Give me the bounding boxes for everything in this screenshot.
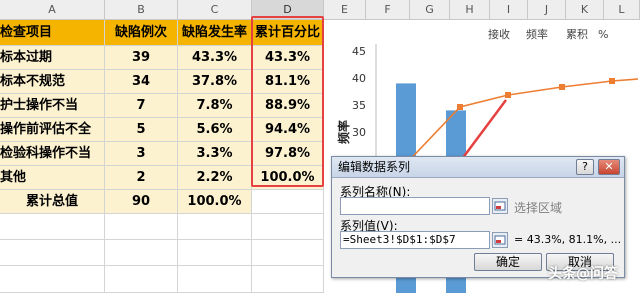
column-header-c[interactable]: C <box>178 0 252 20</box>
row-count-cell[interactable]: 2 <box>105 166 178 190</box>
column-header-l[interactable]: L <box>604 0 640 20</box>
total-count-cell[interactable]: 90 <box>105 190 178 214</box>
row-item-cell[interactable]: 操作前评估不全 <box>0 118 105 142</box>
row-count-cell[interactable]: 39 <box>105 46 178 70</box>
edit-series-dialog[interactable]: 编辑数据系列 ? ✕ 系列名称(N): 选择区域 系列值(V): =Sheet3… <box>331 156 625 278</box>
column-header-e[interactable]: E <box>324 0 366 20</box>
legend-fragment: 频率 <box>526 27 548 41</box>
row-rate-cell[interactable]: 43.3% <box>178 46 252 70</box>
row-item-cell[interactable]: 标本过期 <box>0 46 105 70</box>
series-values-input[interactable]: =Sheet3!$D$1:$D$7 <box>340 231 490 249</box>
series-values-preview: = 43.3%, 81.1%, ... <box>514 233 622 246</box>
row-rate-cell[interactable]: 5.6% <box>178 118 252 142</box>
empty-cell[interactable] <box>105 240 178 266</box>
column-header-f[interactable]: F <box>366 0 410 20</box>
y-tick-label: 40 <box>352 72 366 85</box>
column-header-k[interactable]: K <box>566 0 604 20</box>
row-count-cell[interactable]: 5 <box>105 118 178 142</box>
row-item-cell[interactable]: 标本不规范 <box>0 70 105 94</box>
header-cell-rate[interactable]: 缺陷发生率 <box>178 20 252 46</box>
legend-fragment: 累积 <box>566 28 588 41</box>
series-name-input[interactable] <box>340 197 490 215</box>
row-count-cell[interactable]: 34 <box>105 70 178 94</box>
header-cell-count[interactable]: 缺陷例次 <box>105 20 178 46</box>
select-range-text: 选择区域 <box>514 201 563 215</box>
row-rate-cell[interactable]: 3.3% <box>178 142 252 166</box>
y-axis-label: 频率 <box>336 120 351 144</box>
row-rate-cell[interactable]: 2.2% <box>178 166 252 190</box>
column-d-highlight <box>251 16 324 187</box>
row-item-cell[interactable]: 检验科操作不当 <box>0 142 105 166</box>
line-marker <box>609 78 615 84</box>
empty-cell[interactable] <box>252 240 324 266</box>
empty-cell[interactable] <box>252 214 324 240</box>
range-select-icon <box>494 201 506 211</box>
header-cell-item[interactable]: 检查项目 <box>0 20 105 46</box>
column-header-g[interactable]: G <box>410 0 450 20</box>
close-button[interactable]: ✕ <box>598 159 620 175</box>
line-marker <box>559 84 565 90</box>
series-name-range-button[interactable] <box>492 198 508 214</box>
empty-cell[interactable] <box>105 266 178 293</box>
y-tick-label: 35 <box>352 99 366 112</box>
total-empty-cell[interactable] <box>252 190 324 214</box>
line-marker <box>505 92 511 98</box>
row-rate-cell[interactable]: 37.8% <box>178 70 252 94</box>
total-rate-cell[interactable]: 100.0% <box>178 190 252 214</box>
empty-cell[interactable] <box>0 266 105 293</box>
column-header-i[interactable]: I <box>490 0 528 20</box>
empty-cell[interactable] <box>178 240 252 266</box>
column-header-j[interactable]: J <box>528 0 566 20</box>
row-item-cell[interactable]: 其他 <box>0 166 105 190</box>
column-header-h[interactable]: H <box>450 0 490 20</box>
line-marker <box>457 104 463 110</box>
empty-cell[interactable] <box>252 266 324 293</box>
legend-fragment: 接收 <box>488 27 510 41</box>
empty-cell[interactable] <box>178 214 252 240</box>
range-select-icon <box>494 235 506 245</box>
total-label-cell[interactable]: 累计总值 <box>0 190 105 214</box>
legend-fragment: % <box>598 28 608 41</box>
column-header-b[interactable]: B <box>105 0 178 20</box>
y-tick-label: 30 <box>352 126 366 139</box>
watermark: 头条@问答 <box>548 266 618 282</box>
empty-cell[interactable] <box>0 240 105 266</box>
empty-cell[interactable] <box>105 214 178 240</box>
series-values-range-button[interactable] <box>492 232 508 248</box>
row-rate-cell[interactable]: 7.8% <box>178 94 252 118</box>
ok-button[interactable]: 确定 <box>474 253 542 271</box>
empty-cell[interactable] <box>178 266 252 293</box>
help-button[interactable]: ? <box>576 159 594 175</box>
row-item-cell[interactable]: 护士操作不当 <box>0 94 105 118</box>
row-count-cell[interactable]: 3 <box>105 142 178 166</box>
row-count-cell[interactable]: 7 <box>105 94 178 118</box>
y-tick-label: 45 <box>352 45 366 58</box>
empty-cell[interactable] <box>0 214 105 240</box>
column-header-a[interactable]: A <box>0 0 105 20</box>
